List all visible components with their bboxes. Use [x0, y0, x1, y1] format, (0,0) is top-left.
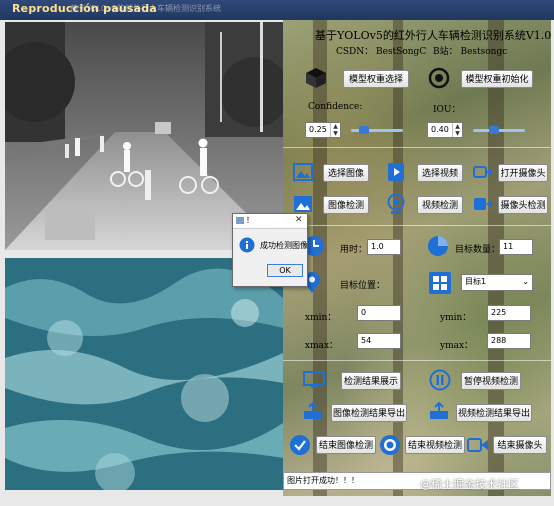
info-icon [239, 237, 255, 253]
window-title-background: 基于YOLOv5的红外行人车辆检测识别系统 [70, 4, 222, 13]
webcam-icon [387, 193, 405, 214]
detection-image-view [5, 258, 283, 490]
spin-arrows-icon[interactable]: ▲ ▼ [452, 123, 462, 137]
app-title: 基于YOLOv5的红外行人车辆检测识别系统V1.0 [315, 29, 551, 42]
iou-slider-handle[interactable] [488, 126, 499, 134]
target-position-label: 目标位置： [340, 281, 386, 291]
dialog-title: ！ [246, 216, 254, 225]
water-surface-image [5, 258, 283, 490]
ymax-field[interactable]: 288 [487, 333, 531, 349]
video-file-icon [388, 163, 404, 181]
end-video-detect-button[interactable]: 结束视频检测 [405, 436, 465, 454]
watermark: @稀土掘金技术社区 [420, 478, 519, 491]
spin-arrows-icon[interactable]: ▲ ▼ [330, 123, 340, 137]
ymax-label: ymax： [440, 341, 474, 351]
dialog-message: 成功检测图像 [260, 241, 308, 250]
xmax-field[interactable]: 54 [357, 333, 401, 349]
app-window: Reproducción pausada 基于YOLOv5的红外行人车辆检测识别… [0, 0, 554, 506]
ok-button[interactable]: OK [267, 264, 303, 277]
time-field[interactable]: 1.0 [367, 239, 401, 255]
open-camera-button[interactable]: 打开摄像头 [498, 164, 548, 182]
chevron-down-icon: ⌄ [522, 277, 529, 286]
export-image-result-button[interactable]: 图像检测结果导出 [331, 404, 407, 422]
time-label: 用时： [340, 245, 368, 255]
camera-stop-icon [467, 438, 488, 452]
ymin-label: ymin： [440, 313, 472, 323]
dialog-app-icon [236, 217, 244, 224]
camera-icon [473, 166, 492, 178]
iou-label: IOU： [433, 105, 461, 115]
camera-detect-button[interactable]: 摄像头检测 [498, 196, 548, 214]
iou-value: 0.40 [431, 125, 449, 134]
check-circle-icon [290, 435, 310, 455]
video-detect-button[interactable]: 视频检测 [417, 196, 463, 214]
control-panel: 基于YOLOv5的红外行人车辆检测识别系统V1.0 CSDN： BestSong… [283, 20, 551, 496]
iou-spinbox[interactable]: 0.40 ▲ ▼ [427, 122, 463, 138]
end-image-detect-button[interactable]: 结束图像检测 [316, 436, 376, 454]
confidence-value: 0.25 [309, 125, 327, 134]
title-bar[interactable]: Reproducción pausada 基于YOLOv5的红外行人车辆检测识别… [0, 0, 554, 20]
confidence-slider[interactable] [351, 126, 403, 134]
grid-icon [429, 272, 451, 294]
init-model-weights-button[interactable]: 模型权重初始化 [461, 70, 533, 88]
close-icon[interactable]: ✕ [295, 215, 303, 225]
confidence-slider-handle[interactable] [359, 126, 369, 134]
pause-icon [429, 369, 451, 391]
image-detect-icon [294, 196, 312, 212]
pie-chart-icon [428, 236, 448, 256]
end-camera-button[interactable]: 结束摄像头 [493, 436, 547, 454]
xmax-label: xmax： [305, 341, 339, 351]
xmin-field[interactable]: 0 [357, 305, 401, 321]
stop-circle-icon [380, 435, 400, 455]
bilibili-label: B站： Bestsongc [433, 47, 508, 57]
select-model-weights-button[interactable]: 模型权重选择 [343, 70, 409, 88]
export-video-result-button[interactable]: 视频检测结果导出 [456, 404, 532, 422]
show-result-button[interactable]: 检测结果展示 [341, 372, 401, 390]
display-icon [303, 371, 325, 388]
select-image-button[interactable]: 选择图像 [323, 164, 369, 182]
message-dialog: ！ ✕ 成功检测图像 OK [232, 213, 308, 287]
export-icon [304, 402, 322, 419]
xmin-label: xmin： [305, 313, 337, 323]
csdn-label: CSDN： BestSongC [336, 47, 427, 57]
video-camera-icon [474, 198, 492, 210]
ymin-field[interactable]: 225 [487, 305, 531, 321]
pause-video-detect-button[interactable]: 暂停视频检测 [461, 372, 521, 390]
iou-slider[interactable] [473, 126, 525, 134]
target-gear-icon [428, 67, 450, 89]
confidence-spinbox[interactable]: 0.25 ▲ ▼ [305, 122, 341, 138]
target-count-label: 目标数量： [455, 245, 501, 255]
target-select-dropdown[interactable]: 目标1 ⌄ [461, 274, 533, 291]
export-icon [430, 402, 448, 419]
select-video-button[interactable]: 选择视频 [417, 164, 463, 182]
cube-icon [306, 68, 326, 88]
target-select-value: 目标1 [465, 277, 487, 286]
target-count-field[interactable]: 11 [499, 239, 533, 255]
confidence-label: Confidence: [308, 102, 363, 112]
image-detect-button[interactable]: 图像检测 [323, 196, 369, 214]
dialog-title-bar[interactable]: ！ ✕ [233, 214, 307, 229]
image-icon [293, 163, 313, 181]
